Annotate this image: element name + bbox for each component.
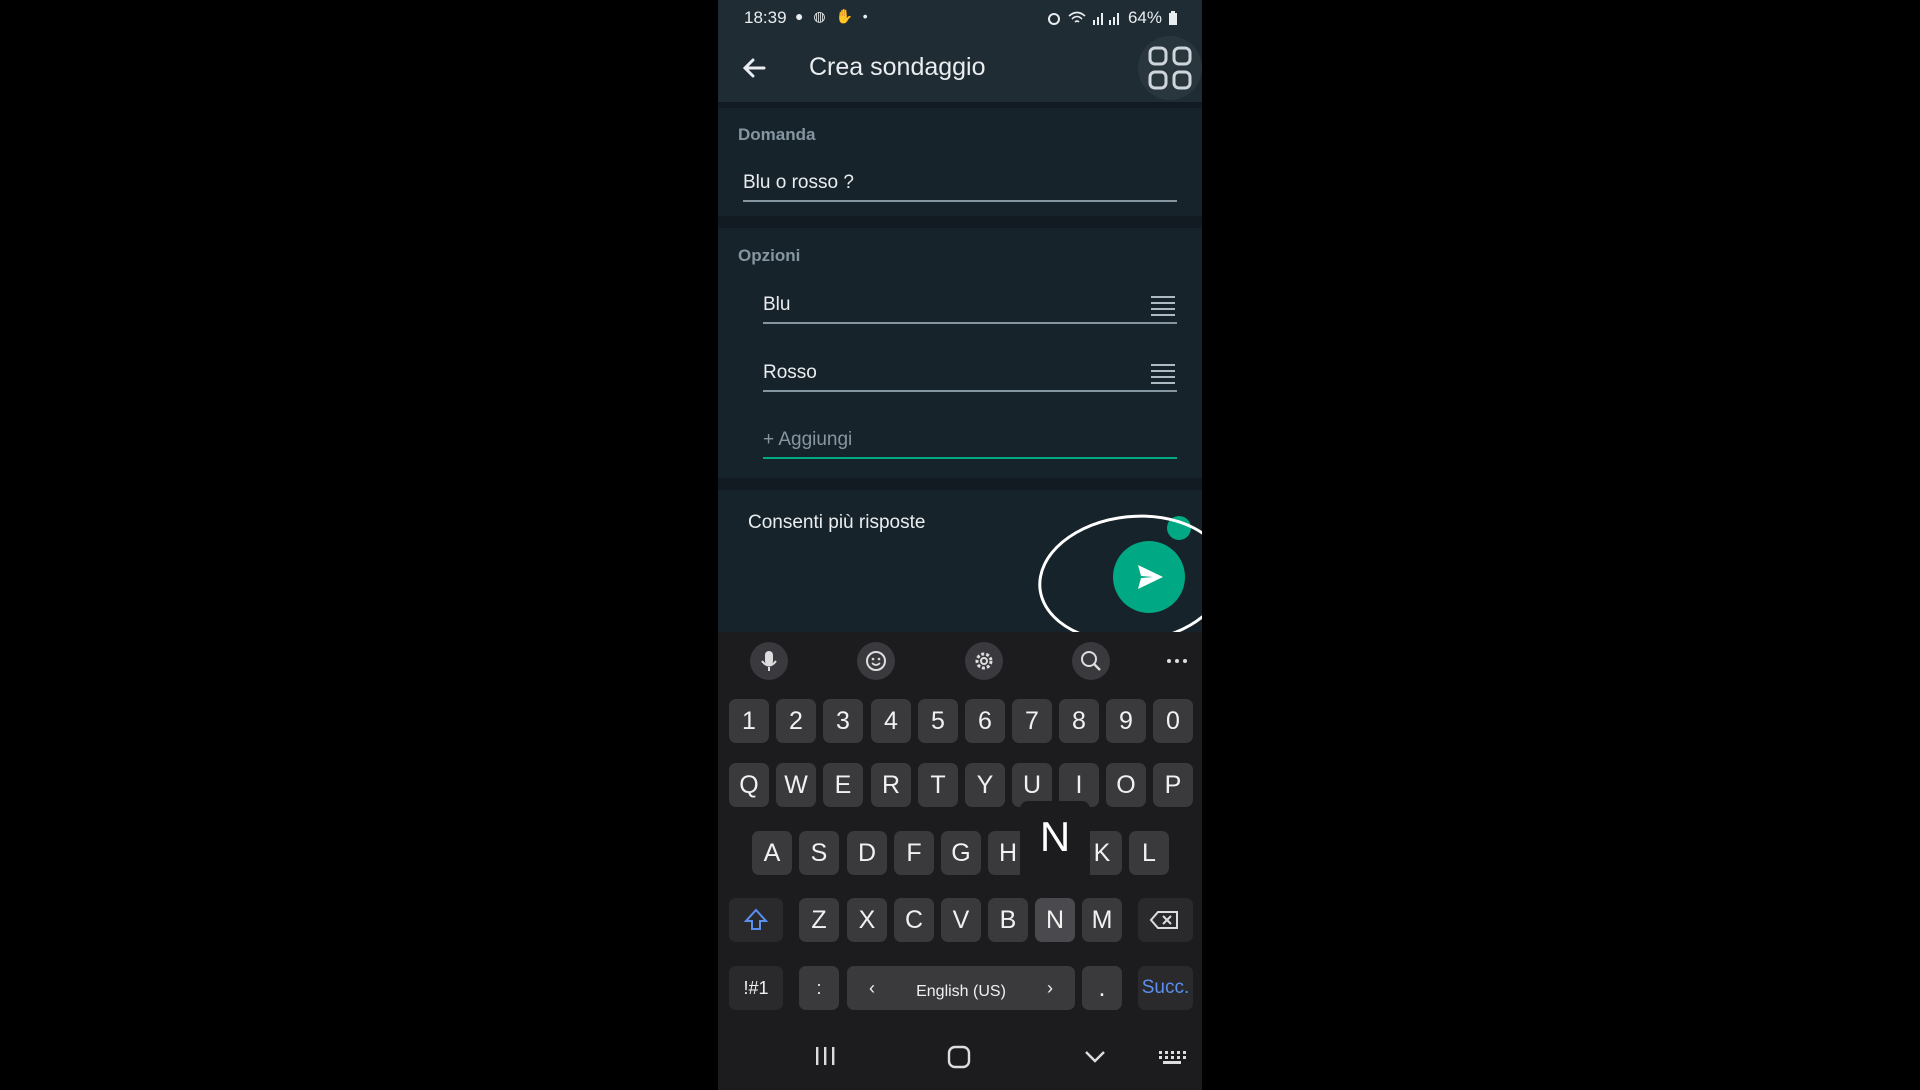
option-value-1: Blu <box>763 294 791 315</box>
wifi-icon <box>1068 11 1086 23</box>
key-9[interactable]: 9 <box>1106 699 1146 743</box>
status-time: 18:39 <box>744 8 787 27</box>
option-input-1[interactable]: Blu <box>763 294 1177 324</box>
question-section: Domanda Blu o rosso ? <box>718 108 1202 216</box>
backspace-key[interactable] <box>1138 898 1193 942</box>
language-prev-icon: ‹ <box>869 978 875 998</box>
key-y[interactable]: Y <box>965 763 1005 807</box>
key-preview-popup: N <box>1020 801 1090 881</box>
microphone-icon[interactable] <box>750 642 788 680</box>
key-d[interactable]: D <box>847 831 887 875</box>
emoji-icon[interactable] <box>857 642 895 680</box>
keyboard-toolbar <box>718 632 1202 686</box>
key-c[interactable]: C <box>894 898 934 942</box>
key-x[interactable]: X <box>847 898 887 942</box>
shift-icon <box>743 908 769 930</box>
status-right: 64% <box>1046 8 1178 28</box>
key-8[interactable]: 8 <box>1059 699 1099 743</box>
key-g[interactable]: G <box>941 831 981 875</box>
app-bar: Crea sondaggio <box>718 36 1202 102</box>
key-p[interactable]: P <box>1153 763 1193 807</box>
drag-handle-icon[interactable] <box>1151 364 1175 384</box>
status-bar: 18:39 ● ◍ ✋ • 64% <box>718 0 1202 36</box>
hide-keyboard-icon[interactable] <box>1082 1047 1108 1067</box>
back-arrow-icon[interactable] <box>738 52 770 84</box>
battery-percent: 64% <box>1127 8 1162 27</box>
key-2[interactable]: 2 <box>776 699 816 743</box>
question-value: Blu o rosso ? <box>743 172 854 193</box>
backspace-icon <box>1149 911 1178 929</box>
options-label: Opzioni <box>738 246 801 265</box>
signal-icon <box>1092 13 1119 25</box>
key-6[interactable]: 6 <box>965 699 1005 743</box>
key-w[interactable]: W <box>776 763 816 807</box>
home-icon[interactable] <box>946 1045 972 1069</box>
search-icon[interactable] <box>1072 642 1110 680</box>
key-o[interactable]: O <box>1106 763 1146 807</box>
key-s[interactable]: S <box>799 831 839 875</box>
keyboard-switch-icon[interactable] <box>1158 1049 1186 1065</box>
key-m[interactable]: M <box>1082 898 1122 942</box>
option-input-2[interactable]: Rosso <box>763 362 1177 392</box>
key-l[interactable]: L <box>1129 831 1169 875</box>
symbols-key[interactable]: !#1 <box>729 966 783 1010</box>
shift-key[interactable] <box>729 898 783 942</box>
key-3[interactable]: 3 <box>823 699 863 743</box>
key-n[interactable]: N <box>1035 898 1075 942</box>
key-z[interactable]: Z <box>799 898 839 942</box>
keyboard: 1 2 3 4 5 6 7 8 9 0 Q W E R T Y U I O P … <box>718 632 1202 1090</box>
battery-icon <box>1169 11 1177 25</box>
key-7[interactable]: 7 <box>1012 699 1052 743</box>
key-f[interactable]: F <box>894 831 934 875</box>
key-b[interactable]: B <box>988 898 1028 942</box>
key-r[interactable]: R <box>871 763 911 807</box>
key-0[interactable]: 0 <box>1153 699 1193 743</box>
key-4[interactable]: 4 <box>871 699 911 743</box>
recent-apps-icon[interactable] <box>813 1045 837 1067</box>
apps-grid-icon[interactable] <box>1138 36 1202 100</box>
add-option-placeholder: + Aggiungi <box>763 429 853 450</box>
drag-handle-icon[interactable] <box>1151 296 1175 316</box>
key-q[interactable]: Q <box>729 763 769 807</box>
next-key[interactable]: Succ. <box>1138 966 1193 1010</box>
key-t[interactable]: T <box>918 763 958 807</box>
period-key[interactable]: . <box>1082 966 1122 1010</box>
key-1[interactable]: 1 <box>729 699 769 743</box>
language-next-icon: › <box>1047 978 1053 998</box>
more-options-icon[interactable] <box>1158 642 1196 680</box>
navigation-bar <box>718 1025 1202 1090</box>
question-label: Domanda <box>738 125 816 144</box>
options-section: Opzioni Blu Rosso + Aggiungi <box>718 228 1202 478</box>
alarm-icon <box>1047 13 1060 25</box>
key-e[interactable]: E <box>823 763 863 807</box>
settings-gear-icon[interactable] <box>965 642 1003 680</box>
space-key[interactable]: ‹ English (US) › <box>847 966 1075 1010</box>
colon-key[interactable]: : <box>799 966 839 1010</box>
notification-icons: ● ◍ ✋ • <box>795 8 871 24</box>
add-option-input[interactable]: + Aggiungi <box>763 429 1177 459</box>
multiple-answers-label: Consenti più risposte <box>748 512 926 533</box>
page-title: Crea sondaggio <box>809 53 986 81</box>
key-a[interactable]: A <box>752 831 792 875</box>
key-5[interactable]: 5 <box>918 699 958 743</box>
language-label: English (US) <box>916 983 1006 1000</box>
phone-screen: 18:39 ● ◍ ✋ • 64% Crea sondaggio Domanda… <box>718 0 1202 1090</box>
key-v[interactable]: V <box>941 898 981 942</box>
question-input[interactable]: Blu o rosso ? <box>743 172 1177 202</box>
option-value-2: Rosso <box>763 362 817 383</box>
